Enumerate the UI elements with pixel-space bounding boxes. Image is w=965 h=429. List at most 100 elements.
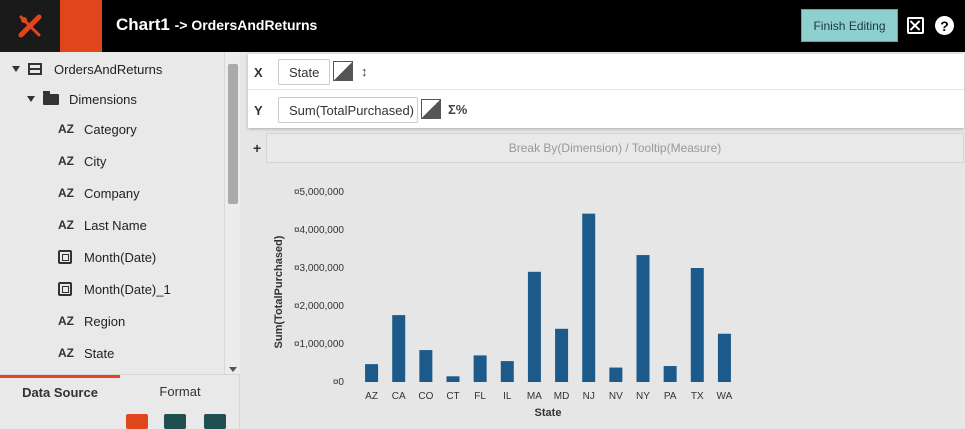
x-field-pill[interactable]: State bbox=[278, 59, 330, 85]
calendar-icon bbox=[58, 250, 72, 264]
text-field-icon: AZ bbox=[58, 186, 74, 200]
bar[interactable] bbox=[500, 361, 514, 382]
bar[interactable] bbox=[609, 367, 623, 382]
x-tick-label: MD bbox=[554, 391, 570, 402]
sidebar-item-category[interactable]: AZ Category bbox=[58, 118, 137, 140]
x-formula-icon[interactable] bbox=[333, 61, 353, 81]
bar[interactable] bbox=[365, 364, 379, 382]
y-tick-label: ¤5,000,000 bbox=[294, 187, 344, 198]
accent-block bbox=[60, 0, 102, 52]
sidebar-tabs: Data Source Format bbox=[0, 374, 240, 406]
x-tick-label: NJ bbox=[583, 391, 595, 402]
table-icon bbox=[28, 63, 42, 75]
dimensions-node[interactable]: Dimensions bbox=[27, 88, 137, 110]
bar[interactable] bbox=[582, 213, 596, 382]
sidebar-item-label: State bbox=[84, 345, 115, 361]
scrollbar-thumb[interactable] bbox=[228, 64, 238, 204]
add-table-icon[interactable] bbox=[164, 414, 186, 429]
chart-name: Chart1 bbox=[116, 15, 170, 34]
x-tick-label: CO bbox=[418, 391, 433, 402]
text-field-icon: AZ bbox=[58, 154, 74, 168]
axis-panel: X State ↕ Y Sum(TotalPurchased) Σ% bbox=[248, 54, 964, 128]
y-tick-label: ¤2,000,000 bbox=[294, 301, 344, 312]
sidebar-item-month-date-1[interactable]: Month(Date)_1 bbox=[58, 278, 171, 300]
sidebar-item-state[interactable]: AZ State bbox=[58, 342, 114, 364]
y-field-label: Sum(TotalPurchased) bbox=[289, 102, 414, 118]
app-header: Chart1 -> OrdersAndReturns Finish Editin… bbox=[0, 0, 965, 52]
bar[interactable] bbox=[473, 355, 487, 382]
expand-triangle-icon[interactable] bbox=[27, 96, 35, 102]
x-tick-label: AZ bbox=[365, 391, 378, 402]
y-tick-label: ¤3,000,000 bbox=[294, 263, 344, 274]
bar[interactable] bbox=[527, 271, 541, 382]
breakby-dropzone[interactable]: Break By(Dimension) / Tooltip(Measure) bbox=[266, 133, 964, 163]
x-tick-label: PA bbox=[664, 391, 677, 402]
bar-chart: ¤0 ¤1,000,000 ¤2,000,000 ¤3,000,000 ¤4,000,0… bbox=[273, 187, 733, 419]
bar[interactable] bbox=[446, 376, 460, 382]
sidebar-item-label: Month(Date)_1 bbox=[84, 281, 171, 297]
sidebar-item-label: Month(Date) bbox=[84, 249, 157, 265]
sidebar-item-company[interactable]: AZ Company bbox=[58, 182, 140, 204]
tab-data-source[interactable]: Data Source bbox=[0, 375, 120, 407]
bar[interactable] bbox=[690, 268, 704, 382]
x-tick-label: CT bbox=[446, 391, 459, 402]
x-tick-label: TX bbox=[691, 391, 704, 402]
bar[interactable] bbox=[663, 366, 677, 382]
calendar-icon bbox=[58, 282, 72, 296]
breadcrumb: -> OrdersAndReturns bbox=[174, 17, 318, 33]
sidebar-item-label: Region bbox=[84, 313, 126, 329]
sidebar-item-month-date[interactable]: Month(Date) bbox=[58, 246, 156, 268]
sort-icon[interactable]: ↕ bbox=[361, 64, 368, 79]
sidebar-item-label: Company bbox=[84, 185, 140, 201]
bar[interactable] bbox=[717, 333, 731, 382]
y-tick-label: ¤0 bbox=[333, 377, 345, 388]
x-tick-label: IL bbox=[503, 391, 512, 402]
x-tick-label: FL bbox=[474, 391, 486, 402]
y-axis-row: Y Sum(TotalPurchased) Σ% bbox=[248, 92, 964, 128]
add-breakby-icon[interactable]: + bbox=[253, 140, 261, 156]
sidebar-item-last-name[interactable]: AZ Last Name bbox=[58, 214, 147, 236]
sidebar-item-region[interactable]: AZ Region bbox=[58, 310, 125, 332]
sidebar-item-label: Category bbox=[84, 121, 137, 137]
calculated-field-icon[interactable] bbox=[126, 414, 148, 429]
x-field-label: State bbox=[289, 64, 320, 80]
finish-editing-button[interactable]: Finish Editing bbox=[801, 9, 898, 42]
bar[interactable] bbox=[392, 315, 406, 382]
bar[interactable] bbox=[636, 255, 650, 382]
aggregate-percent-icon[interactable]: Σ% bbox=[448, 102, 467, 117]
bar[interactable] bbox=[419, 350, 433, 382]
text-field-icon: AZ bbox=[58, 314, 74, 328]
x-tick-label: CA bbox=[392, 391, 406, 402]
tools-logo-icon bbox=[18, 14, 42, 38]
close-icon[interactable] bbox=[907, 17, 924, 34]
x-axis-letter: X bbox=[254, 65, 263, 80]
x-tick-label: NY bbox=[636, 391, 650, 402]
y-field-pill[interactable]: Sum(TotalPurchased) bbox=[278, 97, 418, 123]
y-axis-letter: Y bbox=[254, 103, 263, 118]
scroll-down-arrow-icon[interactable] bbox=[229, 367, 237, 372]
bar[interactable] bbox=[555, 328, 569, 382]
y-axis-title: Sum(TotalPurchased) bbox=[273, 235, 285, 348]
dimensions-label: Dimensions bbox=[69, 91, 137, 107]
sidebar-item-label: Last Name bbox=[84, 217, 147, 233]
datasource-label: OrdersAndReturns bbox=[54, 61, 163, 77]
folder-icon bbox=[43, 90, 59, 105]
refresh-icon[interactable] bbox=[204, 414, 226, 429]
sidebar-item-label: City bbox=[84, 153, 107, 169]
help-icon[interactable]: ? bbox=[935, 16, 954, 35]
x-axis-row: X State ↕ bbox=[248, 54, 964, 90]
tab-format[interactable]: Format bbox=[120, 375, 240, 407]
y-formula-icon[interactable] bbox=[421, 99, 441, 119]
datasource-node[interactable]: OrdersAndReturns bbox=[12, 58, 162, 80]
sidebar-item-city[interactable]: AZ City bbox=[58, 150, 106, 172]
text-field-icon: AZ bbox=[58, 218, 74, 232]
page-title: Chart1 -> OrdersAndReturns bbox=[116, 15, 317, 35]
x-tick-label: WA bbox=[717, 391, 733, 402]
text-field-icon: AZ bbox=[58, 346, 74, 360]
sidebar-scrollbar[interactable] bbox=[224, 52, 240, 374]
app-logo[interactable] bbox=[0, 0, 60, 52]
y-tick-label: ¤1,000,000 bbox=[294, 339, 344, 350]
x-axis-title: State bbox=[535, 407, 562, 419]
y-tick-label: ¤4,000,000 bbox=[294, 225, 344, 236]
expand-triangle-icon[interactable] bbox=[12, 66, 20, 72]
